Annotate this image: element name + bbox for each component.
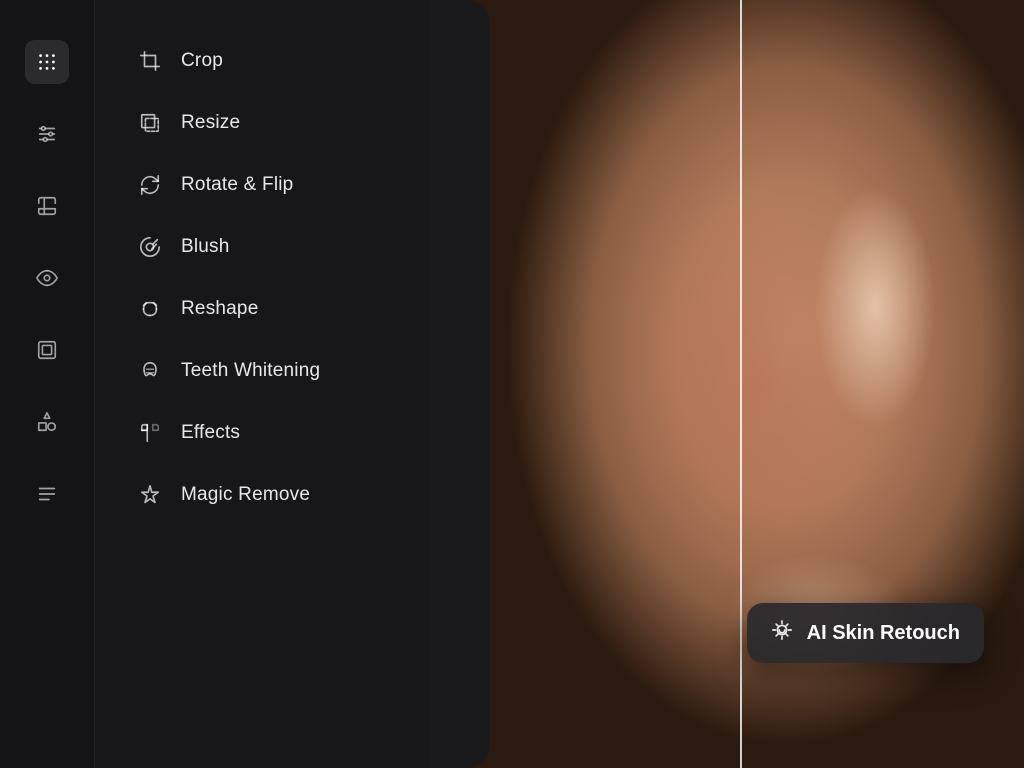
reshape-icon <box>137 296 163 322</box>
menu-item-blush[interactable]: Blush <box>115 216 470 278</box>
crop-icon <box>137 48 163 74</box>
teeth-label: Teeth Whitening <box>181 360 320 382</box>
reshape-label: Reshape <box>181 298 258 320</box>
teeth-icon <box>137 358 163 384</box>
ai-retouch-icon <box>771 619 793 647</box>
menu-item-resize[interactable]: Resize <box>115 92 470 154</box>
sidebar-icon-adjust[interactable] <box>25 112 69 156</box>
main-container: Crop Resize <box>0 0 1024 768</box>
effects-label: Effects <box>181 422 240 444</box>
sidebar-icon-frame[interactable] <box>25 328 69 372</box>
menu-item-magic[interactable]: Magic Remove <box>115 464 470 526</box>
menu-item-reshape[interactable]: Reshape <box>115 278 470 340</box>
magic-label: Magic Remove <box>181 484 310 506</box>
rotate-label: Rotate & Flip <box>181 174 293 196</box>
sidebar-icon-text[interactable] <box>25 472 69 516</box>
menu-item-crop[interactable]: Crop <box>115 30 470 92</box>
ai-badge-label: AI Skin Retouch <box>807 622 960 645</box>
menu-item-rotate[interactable]: Rotate & Flip <box>115 154 470 216</box>
sidebar-icon-apps[interactable] <box>25 40 69 84</box>
sidebar-icon-eye[interactable] <box>25 256 69 300</box>
crop-label: Crop <box>181 50 223 72</box>
blush-label: Blush <box>181 236 230 258</box>
sidebar-icon-shapes[interactable] <box>25 400 69 444</box>
before-after-divider <box>740 0 742 768</box>
menu-item-effects[interactable]: Effects <box>115 402 470 464</box>
resize-label: Resize <box>181 112 240 134</box>
blush-icon <box>137 234 163 260</box>
resize-icon <box>137 110 163 136</box>
magic-icon <box>137 482 163 508</box>
ui-panel: Crop Resize <box>0 0 490 768</box>
icon-sidebar <box>0 0 95 768</box>
rotate-icon <box>137 172 163 198</box>
menu-list: Crop Resize <box>95 0 490 768</box>
effects-icon <box>137 420 163 446</box>
ai-skin-retouch-badge[interactable]: AI Skin Retouch <box>747 603 984 663</box>
sidebar-icon-filter[interactable] <box>25 184 69 228</box>
menu-item-teeth[interactable]: Teeth Whitening <box>115 340 470 402</box>
